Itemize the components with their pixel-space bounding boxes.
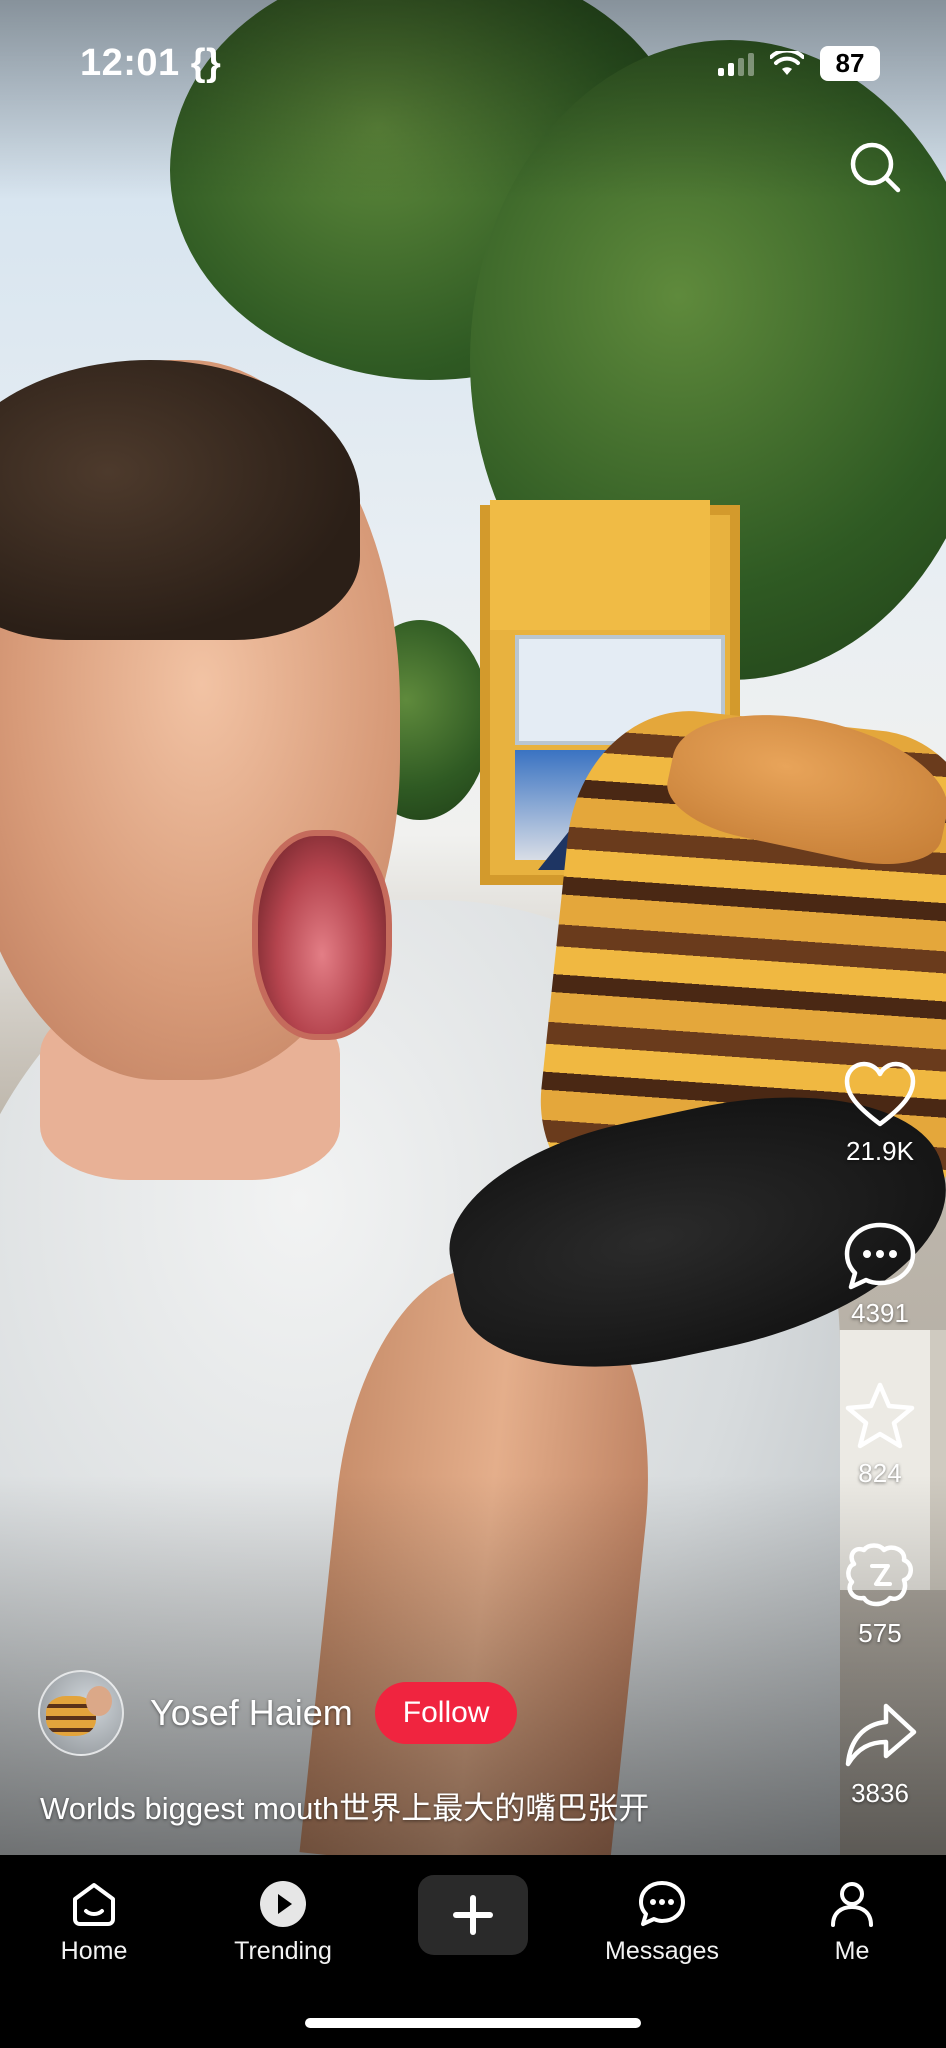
like-count: 21.9K <box>846 1136 914 1166</box>
cellular-signal-icon <box>718 52 754 76</box>
avatar-face <box>86 1686 112 1716</box>
share-button[interactable]: 3836 <box>830 1700 930 1809</box>
favorite-button[interactable]: 824 <box>830 1380 930 1489</box>
gift-count: 575 <box>858 1618 902 1648</box>
home-indicator <box>305 2018 641 2028</box>
search-icon <box>850 142 901 193</box>
share-arrow-icon <box>845 1703 917 1767</box>
like-button[interactable]: 21.9K <box>830 1060 930 1167</box>
share-count: 3836 <box>851 1778 909 1808</box>
nav-messages-label: Messages <box>605 1937 719 1965</box>
status-icons: 87 <box>718 46 880 81</box>
comment-bubble-icon <box>844 1222 916 1290</box>
person-hair <box>0 360 360 640</box>
star-icon <box>845 1382 915 1449</box>
comment-count: 4391 <box>851 1298 909 1328</box>
favorite-count: 824 <box>858 1458 902 1488</box>
video-player[interactable] <box>0 0 946 1855</box>
nav-trending[interactable]: Trending <box>203 1865 363 1966</box>
heart-icon <box>844 1061 916 1127</box>
store-sign-top <box>490 500 710 630</box>
avatar[interactable] <box>38 1670 124 1756</box>
play-circle-icon <box>260 1881 306 1927</box>
nav-trending-label: Trending <box>234 1937 332 1965</box>
nav-home[interactable]: Home <box>14 1865 174 1966</box>
person-icon <box>831 1882 873 1927</box>
video-caption[interactable]: Worlds biggest mouth世界上最大的嘴巴张开 <box>40 1783 800 1828</box>
gift-button[interactable]: 575 <box>830 1540 930 1649</box>
status-bar: 12:01 {} 87 <box>0 0 946 130</box>
battery-indicator: 87 <box>820 46 880 81</box>
nav-messages[interactable]: Messages <box>582 1865 742 1966</box>
nav-me[interactable]: Me <box>772 1865 932 1966</box>
nav-home-label: Home <box>60 1937 128 1965</box>
nav-me-label: Me <box>834 1937 870 1965</box>
status-time: 12:01 {} <box>80 42 222 84</box>
person-mouth <box>252 830 392 1040</box>
plus-icon <box>453 1895 493 1935</box>
gift-icon <box>846 1543 913 1607</box>
author-row: Yosef Haiem Follow <box>38 1668 518 1758</box>
comment-button[interactable]: 4391 <box>830 1220 930 1329</box>
chat-icon <box>639 1881 685 1926</box>
follow-button[interactable]: Follow <box>374 1682 518 1744</box>
create-button[interactable] <box>418 1875 528 1955</box>
search-button[interactable] <box>846 138 906 198</box>
home-icon <box>73 1883 115 1926</box>
author-name[interactable]: Yosef Haiem <box>150 1692 353 1734</box>
wifi-icon <box>770 50 804 75</box>
